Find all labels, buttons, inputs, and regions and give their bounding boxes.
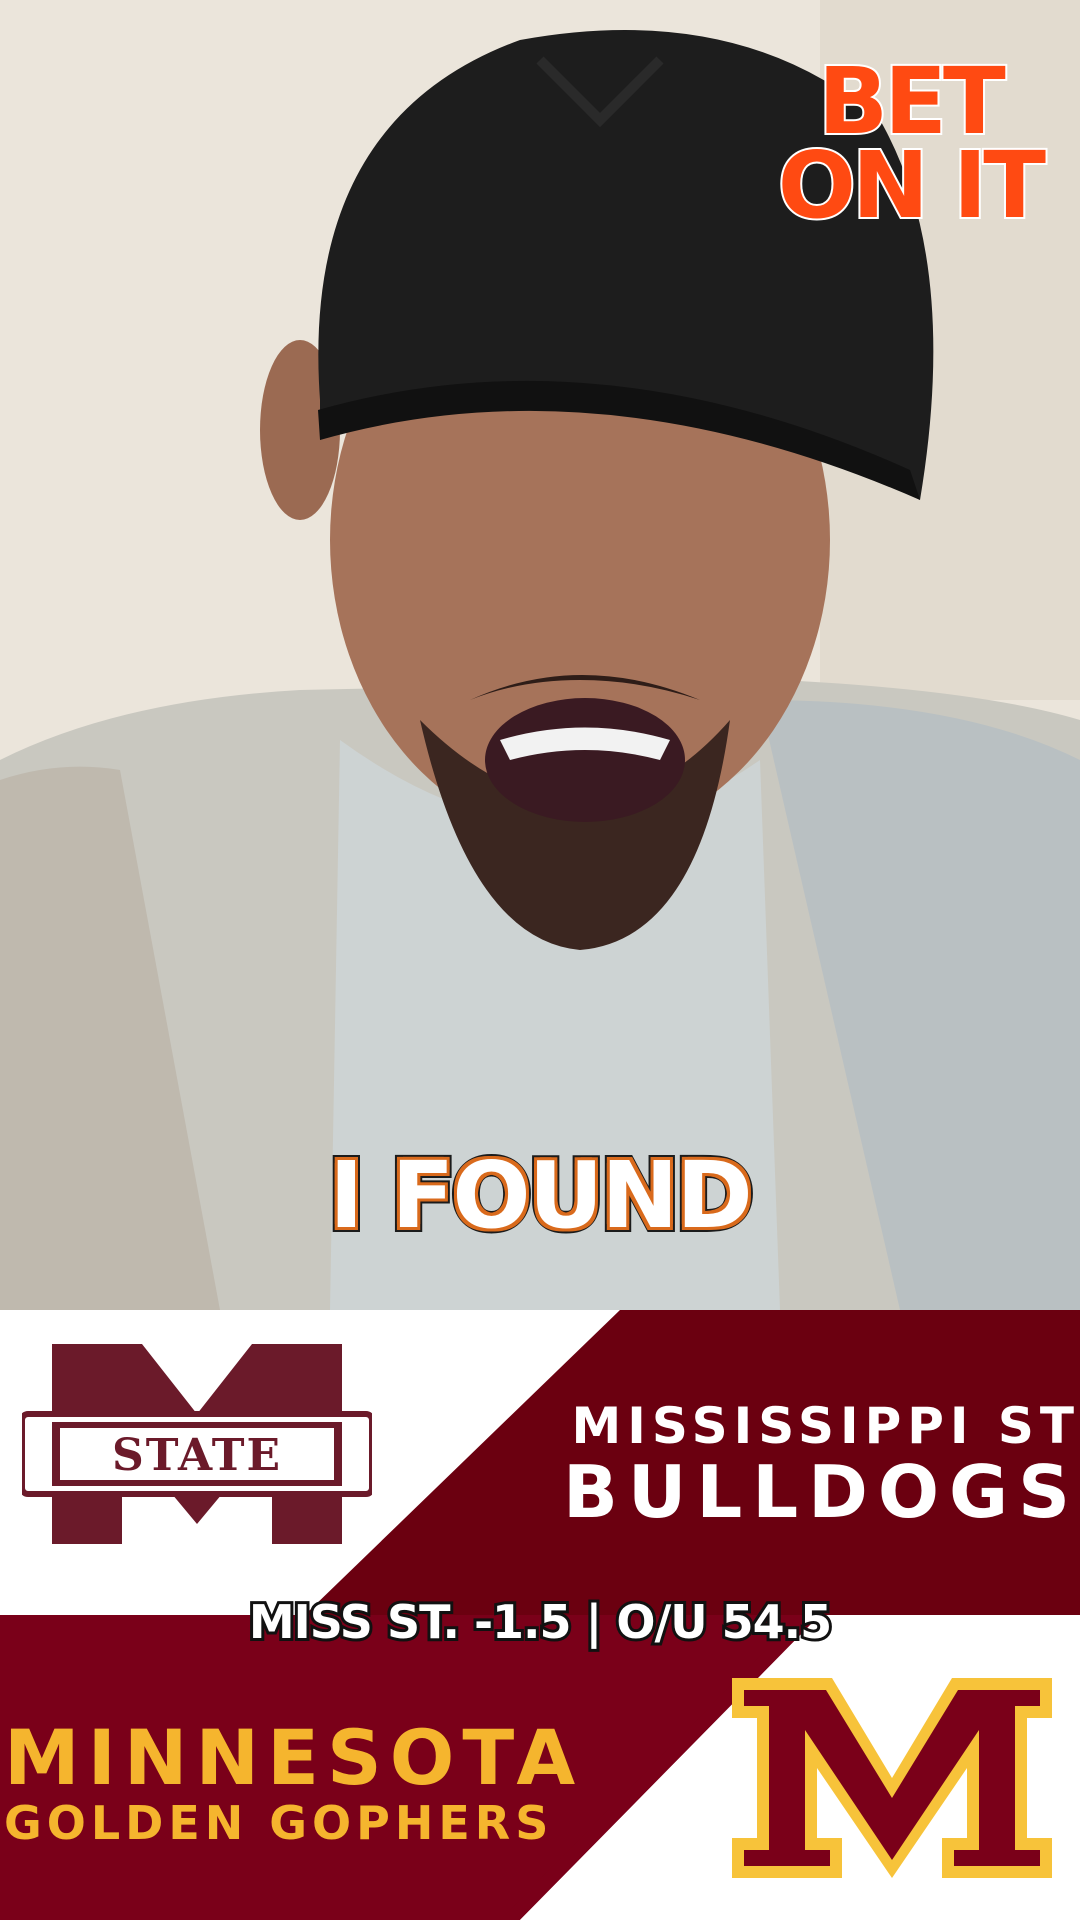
- team1-name: MISSISSIPPI ST BULLDOGS: [460, 1397, 1080, 1529]
- mississippi-state-logo: STATE: [22, 1344, 372, 1544]
- team2-location: MINNESOTA: [4, 1713, 584, 1802]
- betting-line: MISS ST. -1.5 | O/U 54.5: [246, 1592, 835, 1652]
- team2-name: MINNESOTA GOLDEN GOPHERS: [4, 1713, 684, 1850]
- video-frame: BET ON IT I FOUND: [0, 0, 1080, 1310]
- bet-on-it-logo: BET ON IT: [776, 54, 1048, 239]
- minnesota-logo: [732, 1678, 1052, 1878]
- team2-mascot: GOLDEN GOPHERS: [4, 1796, 554, 1850]
- brand-line-2: ON IT: [776, 132, 1048, 239]
- subtitle-caption: I FOUND: [324, 1137, 757, 1254]
- team1-mascot: BULLDOGS: [562, 1450, 1080, 1534]
- team1-location: MISSISSIPPI ST: [571, 1397, 1080, 1455]
- mississippi-state-logo-text: STATE: [112, 1430, 282, 1481]
